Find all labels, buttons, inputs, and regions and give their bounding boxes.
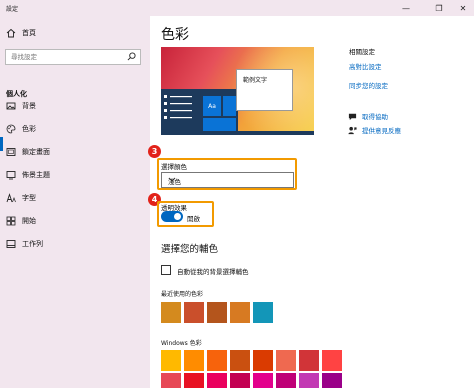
minimize-icon: — xyxy=(402,3,410,13)
maximize-button[interactable]: ❐ xyxy=(428,0,450,16)
sidebar-item-label: 開始 xyxy=(22,217,36,225)
color-swatch[interactable] xyxy=(322,350,342,371)
sidebar-item-fonts[interactable]: 字型 xyxy=(0,189,150,207)
search-icon[interactable] xyxy=(127,52,136,63)
sidebar-item-home[interactable]: 首頁 xyxy=(0,24,150,42)
choose-color-dropdown[interactable]: 淺色 xyxy=(161,172,294,188)
accent-heading: 選擇您的輔色 xyxy=(161,244,219,255)
search-input[interactable] xyxy=(6,50,116,64)
color-swatch[interactable] xyxy=(230,350,250,371)
sidebar-item-label: 背景 xyxy=(22,102,36,110)
maximize-icon: ❐ xyxy=(435,3,443,13)
color-swatch[interactable] xyxy=(207,350,227,371)
transparency-toggle[interactable] xyxy=(161,211,183,222)
home-icon xyxy=(6,28,16,38)
color-swatch[interactable] xyxy=(299,373,319,388)
image-icon xyxy=(6,101,16,111)
sidebar-item-label: 字型 xyxy=(22,194,36,202)
sidebar-item-lock-screen[interactable]: 鎖定畫面 xyxy=(0,143,150,161)
preview-tiles: Aa xyxy=(201,89,238,135)
feedback-link[interactable]: 提供意見反應 xyxy=(347,124,401,136)
color-swatch[interactable] xyxy=(207,373,227,388)
auto-accent-label: 自動從我的背景選擇輔色 xyxy=(177,268,249,276)
taskbar-icon xyxy=(6,239,16,249)
color-swatch[interactable] xyxy=(253,350,273,371)
get-help-label: 取得協助 xyxy=(362,113,388,121)
preview-tile: Aa xyxy=(203,96,221,116)
callout-badge-3: 3 xyxy=(148,145,161,158)
color-swatch[interactable] xyxy=(161,350,181,371)
get-help-link[interactable]: 取得協助 xyxy=(347,110,388,122)
color-swatch[interactable] xyxy=(184,350,204,371)
feedback-icon xyxy=(347,126,357,135)
color-swatch[interactable] xyxy=(184,373,204,388)
auto-accent-checkbox[interactable] xyxy=(161,265,171,275)
minimize-button[interactable]: — xyxy=(395,0,417,16)
sidebar-item-label: 佈景主題 xyxy=(22,171,50,179)
preview-sample-window: 範例文字 xyxy=(236,69,293,111)
color-swatch[interactable] xyxy=(207,302,227,323)
feedback-label: 提供意見反應 xyxy=(362,127,401,135)
brush-icon xyxy=(6,170,16,180)
color-swatch[interactable] xyxy=(230,302,250,323)
color-swatch[interactable] xyxy=(161,373,181,388)
related-settings-heading: 相關設定 xyxy=(349,48,375,56)
sidebar-item-label: 鎖定畫面 xyxy=(22,148,50,156)
sidebar-item-themes[interactable]: 佈景主題 xyxy=(0,166,150,184)
sidebar-item-label: 工作列 xyxy=(22,240,43,248)
sidebar: 首頁 個人化 背景 色彩 鎖定畫面 佈景主題 字型 xyxy=(0,16,150,388)
main-panel: 色彩 Aa 範例文字 相關設定 高對比設定 同步您的設定 取得協助 提供意見反應… xyxy=(148,16,474,388)
sync-settings-link[interactable]: 同步您的設定 xyxy=(349,80,388,90)
search-box[interactable] xyxy=(5,49,141,65)
page-title: 色彩 xyxy=(161,27,189,43)
sidebar-item-label: 首頁 xyxy=(22,29,36,37)
title-bar: 設定 — ❐ ✕ xyxy=(0,0,474,16)
close-icon: ✕ xyxy=(459,3,467,13)
chevron-down-icon xyxy=(168,175,287,185)
color-swatch[interactable] xyxy=(253,302,273,323)
help-icon xyxy=(347,112,357,121)
color-swatch[interactable] xyxy=(276,350,296,371)
start-icon xyxy=(6,216,16,226)
sidebar-item-start[interactable]: 開始 xyxy=(0,212,150,230)
palette-icon xyxy=(6,124,16,134)
preview-taskbar xyxy=(161,131,314,135)
toggle-knob xyxy=(174,213,181,220)
color-preview: Aa 範例文字 xyxy=(161,47,314,135)
preview-start-menu xyxy=(161,89,201,135)
windows-colors-label: Windows 色彩 xyxy=(161,340,202,347)
color-swatch[interactable] xyxy=(253,373,273,388)
color-swatch[interactable] xyxy=(230,373,250,388)
sidebar-item-taskbar[interactable]: 工作列 xyxy=(0,235,150,253)
color-swatch[interactable] xyxy=(184,302,204,323)
sidebar-item-colors[interactable]: 色彩 xyxy=(0,120,150,138)
choose-color-label: 選擇顏色 xyxy=(161,163,187,171)
recent-colors-label: 最近使用的色彩 xyxy=(161,291,204,298)
font-icon xyxy=(6,193,16,203)
transparency-state: 開啟 xyxy=(187,215,200,223)
color-swatch[interactable] xyxy=(322,373,342,388)
lock-screen-icon xyxy=(6,147,16,157)
color-swatch[interactable] xyxy=(276,373,296,388)
sidebar-item-background[interactable]: 背景 xyxy=(0,97,150,115)
color-swatch[interactable] xyxy=(161,302,181,323)
high-contrast-link[interactable]: 高對比設定 xyxy=(349,61,382,71)
app-title: 設定 xyxy=(6,6,19,13)
sidebar-item-label: 色彩 xyxy=(22,125,36,133)
color-swatch[interactable] xyxy=(299,350,319,371)
preview-sample-text: 範例文字 xyxy=(243,77,268,84)
close-button[interactable]: ✕ xyxy=(452,0,474,16)
